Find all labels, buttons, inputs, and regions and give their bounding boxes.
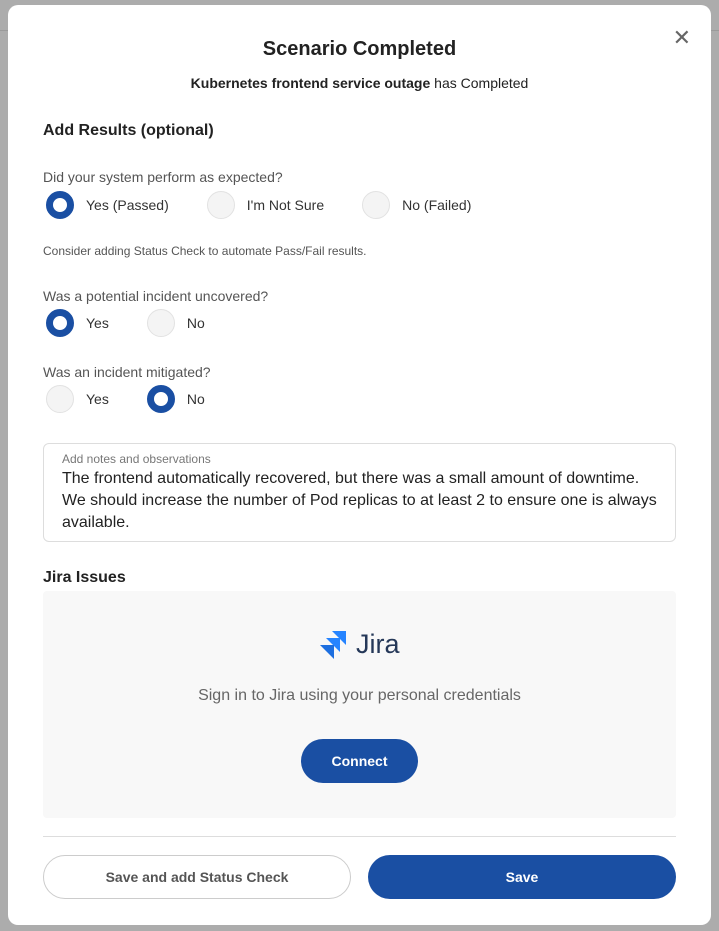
option-label: No: [186, 391, 205, 407]
radio-icon[interactable]: [146, 309, 175, 337]
radio-incident-yes[interactable]: Yes: [46, 309, 109, 337]
jira-logo-text: Jira: [356, 629, 400, 659]
q1-radio-group: Yes (Passed) I'm Not Sure No (Failed): [46, 191, 509, 219]
radio-selected-icon[interactable]: [146, 385, 175, 413]
jira-panel: Jira Sign in to Jira using your personal…: [43, 591, 676, 818]
option-label: Yes: [86, 391, 109, 407]
subtitle-status: has Completed: [430, 75, 529, 91]
option-label: No (Failed): [402, 197, 472, 213]
option-label: Yes (Passed): [86, 197, 169, 213]
radio-no-failed[interactable]: No (Failed): [362, 191, 471, 219]
notes-textarea[interactable]: Add notes and observations The frontend …: [43, 443, 676, 542]
radio-icon[interactable]: [206, 191, 235, 219]
radio-selected-icon[interactable]: [46, 191, 74, 219]
footer-divider: [43, 836, 676, 837]
q3-radio-group: Yes No: [46, 385, 243, 413]
radio-yes-passed[interactable]: Yes (Passed): [46, 191, 169, 219]
scenario-completed-modal: ✕ Scenario Completed Kubernetes frontend…: [8, 5, 711, 925]
radio-icon[interactable]: [46, 385, 74, 413]
q2-radio-group: Yes No: [46, 309, 243, 337]
notes-placeholder: Add notes and observations: [62, 452, 211, 466]
save-button[interactable]: Save: [368, 855, 676, 899]
option-label: Yes: [86, 315, 109, 331]
q3-label: Was an incident mitigated?: [43, 364, 211, 380]
modal-subtitle: Kubernetes frontend service outage has C…: [8, 75, 711, 91]
modal-title: Scenario Completed: [262, 38, 457, 60]
connect-button[interactable]: Connect: [301, 739, 418, 783]
jira-logo: Jira: [318, 629, 400, 660]
radio-mitigated-no[interactable]: No: [146, 385, 205, 413]
radio-not-sure[interactable]: I'm Not Sure: [206, 191, 325, 219]
option-label: I'm Not Sure: [246, 197, 325, 213]
option-label: No: [186, 315, 205, 331]
radio-selected-icon[interactable]: [46, 309, 74, 337]
notes-value: The frontend automatically recovered, bu…: [62, 470, 657, 531]
scenario-name: Kubernetes frontend service outage: [190, 75, 431, 91]
jira-icon: [320, 630, 346, 659]
radio-icon[interactable]: [362, 191, 391, 219]
status-check-hint: Consider adding Status Check to automate…: [43, 244, 367, 258]
save-and-add-status-check-button[interactable]: Save and add Status Check: [43, 855, 351, 899]
results-heading: Add Results (optional): [43, 122, 214, 139]
radio-incident-no[interactable]: No: [146, 309, 205, 337]
q1-label: Did your system perform as expected?: [43, 169, 283, 185]
jira-signin-text: Sign in to Jira using your personal cred…: [198, 687, 521, 704]
q2-label: Was a potential incident uncovered?: [43, 288, 269, 304]
jira-heading: Jira Issues: [43, 569, 126, 586]
radio-mitigated-yes[interactable]: Yes: [46, 385, 109, 413]
